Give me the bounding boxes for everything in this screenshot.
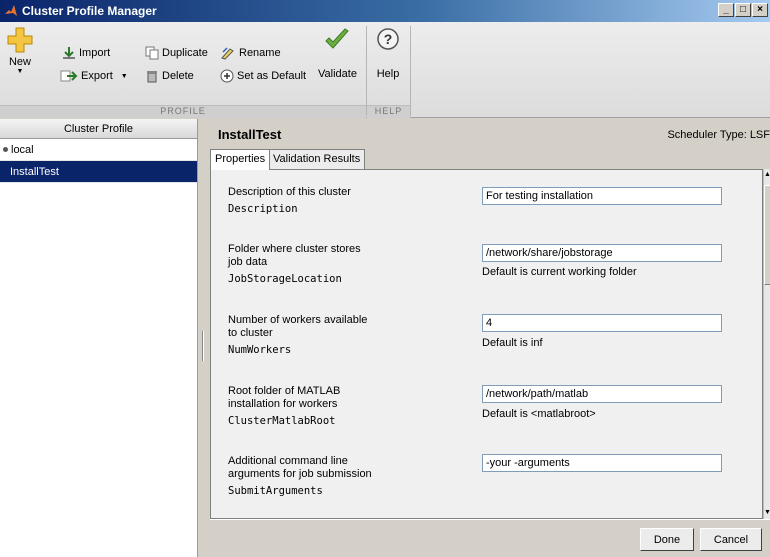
property-name: Description <box>228 203 298 215</box>
minimize-button[interactable]: _ <box>718 3 734 17</box>
profile-item-local[interactable]: local <box>0 139 197 161</box>
window-title: Cluster Profile Manager <box>22 4 157 18</box>
new-plus-icon <box>7 27 33 53</box>
cluster-matlab-root-field[interactable] <box>482 385 722 403</box>
matlab-logo-icon <box>5 5 17 16</box>
splitter-grip <box>202 331 204 361</box>
description-field[interactable] <box>482 187 722 205</box>
profile-item-label: local <box>11 143 34 156</box>
num-workers-hint: Default is inf <box>482 337 543 349</box>
import-button[interactable]: Import <box>62 46 110 60</box>
panel-splitter[interactable] <box>198 119 210 557</box>
export-label: Export <box>81 70 113 82</box>
duplicate-icon <box>145 46 159 60</box>
set-as-default-button[interactable]: Set as Default <box>220 69 306 83</box>
delete-label: Delete <box>162 70 194 82</box>
property-desc-line: Number of workers available <box>228 314 368 326</box>
profile-item-label: InstallTest <box>10 165 59 178</box>
property-desc-line: to cluster <box>228 327 273 339</box>
cluster-profile-header: Cluster Profile <box>0 119 197 139</box>
export-icon <box>60 70 78 82</box>
property-cluster-matlab-root: Root folder of MATLAB installation for w… <box>228 385 408 427</box>
dialog-button-bar: Done Cancel <box>210 519 770 557</box>
scheduler-type-label: Scheduler Type: LSF <box>667 129 770 141</box>
section-divider <box>366 26 367 116</box>
done-button[interactable]: Done <box>640 528 694 551</box>
section-divider <box>410 26 411 116</box>
property-desc-line: Folder where cluster stores <box>228 243 361 255</box>
property-name: ClusterMatlabRoot <box>228 415 336 427</box>
close-button[interactable]: × <box>752 3 768 17</box>
property-name: SubmitArguments <box>228 485 323 497</box>
scroll-down-icon[interactable]: ▼ <box>764 507 770 519</box>
property-desc-line: job data <box>228 256 268 268</box>
duplicate-label: Duplicate <box>162 47 208 59</box>
cluster-profile-list: Cluster Profile local InstallTest <box>0 119 198 557</box>
maximize-button[interactable]: □ <box>735 3 751 17</box>
cluster-matlab-root-hint: Default is <matlabroot> <box>482 408 596 420</box>
profile-item-installtest[interactable]: InstallTest <box>0 161 197 183</box>
validate-button[interactable]: Validate <box>318 26 357 80</box>
set-default-icon <box>220 69 234 83</box>
property-submit-arguments: Additional command line arguments for jo… <box>228 455 408 497</box>
export-button[interactable]: Export ▼ <box>60 69 128 83</box>
rename-label: Rename <box>239 47 281 59</box>
scroll-up-icon[interactable]: ▲ <box>764 169 770 181</box>
profile-title: InstallTest <box>218 127 282 142</box>
chevron-down-icon: ▼ <box>120 72 128 80</box>
submit-arguments-field[interactable] <box>482 454 722 472</box>
profile-detail-panel: InstallTest Scheduler Type: LSF Properti… <box>210 119 770 557</box>
property-desc-line: Additional command line <box>228 455 348 467</box>
property-description: Description of this cluster Description <box>228 186 408 215</box>
default-indicator-icon <box>3 147 8 152</box>
help-section-label: HELP <box>367 105 410 118</box>
set-default-label: Set as Default <box>237 70 307 82</box>
import-icon <box>63 47 75 59</box>
property-desc-line: arguments for job submission <box>228 468 372 480</box>
job-storage-location-field[interactable] <box>482 244 722 262</box>
property-desc-line: Description of this cluster <box>228 186 351 198</box>
profile-section-label: PROFILE <box>0 105 366 118</box>
job-storage-location-hint: Default is current working folder <box>482 266 637 278</box>
validate-label: Validate <box>318 68 357 80</box>
checkmark-icon <box>325 28 350 49</box>
tab-validation-results[interactable]: Validation Results <box>268 149 366 169</box>
property-desc-line: installation for workers <box>228 398 338 410</box>
tab-properties[interactable]: Properties <box>210 149 271 170</box>
import-label: Import <box>79 47 111 59</box>
properties-pane: Description of this cluster Description … <box>210 169 763 519</box>
toolstrip: New ▼ Import Export ▼ Duplicate Delete R… <box>0 22 770 118</box>
property-name: JobStorageLocation <box>228 273 342 285</box>
delete-button[interactable]: Delete <box>145 69 194 83</box>
chevron-down-icon: ▼ <box>16 68 24 75</box>
property-job-storage-location: Folder where cluster stores job data Job… <box>228 243 408 285</box>
window-title-bar: Cluster Profile Manager _ □ × <box>0 0 770 22</box>
scrollbar-thumb[interactable] <box>764 185 770 285</box>
help-label: Help <box>376 68 400 80</box>
new-label: New <box>8 56 31 68</box>
rename-button[interactable]: Rename <box>220 46 281 60</box>
property-name: NumWorkers <box>228 344 292 356</box>
cancel-button[interactable]: Cancel <box>700 528 762 551</box>
properties-scrollbar[interactable]: ▲ ▼ <box>763 169 770 519</box>
property-desc-line: Root folder of MATLAB <box>228 385 341 397</box>
trash-icon <box>147 71 157 83</box>
help-button[interactable]: ? Help <box>375 26 401 80</box>
new-button[interactable]: New ▼ <box>6 26 34 75</box>
duplicate-button[interactable]: Duplicate <box>145 46 208 60</box>
rename-icon <box>221 47 234 60</box>
svg-text:?: ? <box>384 31 393 47</box>
property-num-workers: Number of workers available to cluster N… <box>228 314 408 356</box>
help-icon: ? <box>377 28 399 50</box>
num-workers-field[interactable] <box>482 314 722 332</box>
